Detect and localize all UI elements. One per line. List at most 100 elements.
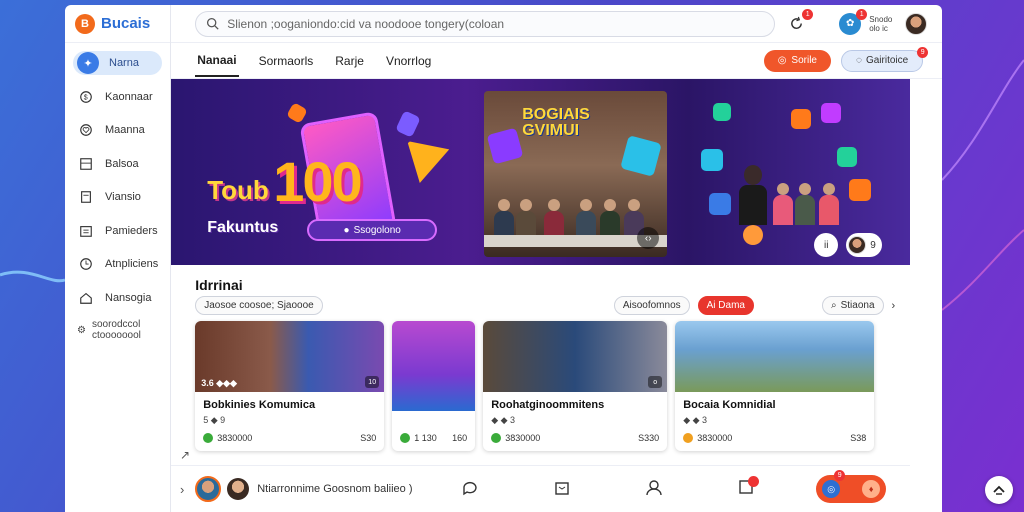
arrows-icon: ‹› — [644, 232, 652, 244]
search-input[interactable] — [227, 16, 765, 31]
card-footer: 3830000 S30 — [203, 433, 376, 443]
search-icon — [207, 17, 219, 30]
banner-photo: BOGIAIS GVIMUI ‹› — [484, 91, 668, 257]
dollar-icon: $ — [77, 88, 95, 106]
bottom-action-pill[interactable]: ◎ ♦ 9 — [816, 470, 887, 503]
sidebar-item-5[interactable]: Viansio — [73, 185, 162, 209]
refresh-icon — [790, 16, 802, 29]
card-footer-left: 1 130 — [414, 433, 437, 443]
sidebar-more-label: soorodccol ctoooooool — [91, 319, 141, 341]
coin-icon: ● — [343, 224, 350, 236]
sidebar-item-label: Kaonnaar — [105, 90, 153, 103]
card-footer: 3830000 S38 — [683, 433, 866, 443]
primary-action-button[interactable]: ◎ Sorile — [763, 49, 831, 72]
hero-banner[interactable]: 100 Toub Fakuntus ● Ssogolono BOGIAIS GV… — [171, 79, 911, 265]
refresh-button[interactable]: 1 — [785, 8, 814, 35]
svg-text:$: $ — [84, 94, 88, 101]
sidebar-item-8[interactable]: Nansogia — [73, 286, 162, 310]
heart-icon — [77, 121, 95, 139]
sidebar-item-label: Pamieders — [105, 224, 158, 237]
status-icon — [491, 433, 502, 443]
card-title: Roohatginoommitens — [491, 399, 605, 411]
card[interactable]: 3.6 ◆◆◆ 10 Bobkinies Komumica 5 ◆ 9 3830… — [195, 321, 385, 451]
bag-icon[interactable] — [553, 478, 571, 501]
chat-icon[interactable] — [461, 478, 479, 501]
card-footer: 1 130 160 — [400, 433, 467, 443]
sidebar-item-label: Viansio — [105, 191, 141, 203]
card[interactable]: Bocaia Komnidial ◆ ◆ 3 3830000 S38 — [675, 321, 875, 451]
section-title: Idrrinai — [195, 277, 243, 293]
secondary-action-button[interactable]: ◌ Gairitoice 9 — [841, 46, 929, 72]
banner-control-count[interactable]: 9 — [846, 233, 883, 257]
decor-app-icon — [743, 225, 764, 245]
sidebar-item-label: Atnpliciens — [105, 258, 159, 270]
photo-sign-line-1: BOGIAIS — [522, 106, 590, 123]
chevron-right-icon[interactable]: › — [892, 300, 896, 312]
sort-chip[interactable]: Aisoofomnos — [613, 296, 690, 315]
search-chip[interactable]: ⌕ Stiaona — [822, 296, 884, 315]
user-name: Snodo olo ic — [869, 14, 893, 33]
tab-4[interactable]: Vnorrlog — [384, 46, 433, 76]
status-icon — [400, 433, 411, 443]
card-list: 3.6 ◆◆◆ 10 Bobkinies Komumica 5 ◆ 9 3830… — [195, 321, 875, 451]
user-menu-button[interactable]: ✿ 1 — [839, 8, 868, 35]
card-footer-left: 3830000 — [505, 433, 541, 443]
notification-icon[interactable] — [737, 475, 759, 501]
sidebar-item-7[interactable]: Atnpliciens — [73, 252, 162, 276]
content-section: Idrrinai Jaosoe coosoe; Sjaoooe Aisoofom… — [195, 277, 895, 315]
avatar[interactable] — [227, 478, 250, 500]
card[interactable]: 1 130 160 — [392, 321, 476, 451]
banner-cta-label: Ssogolono — [353, 224, 401, 236]
card-meta: ◆ ◆ 3 — [683, 415, 708, 425]
card-title: Bocaia Komnidial — [683, 399, 776, 411]
tab-1[interactable]: Nanaai — [195, 45, 239, 77]
section-toolbar: Jaosoe coosoe; Sjaoooe Aisoofomnos Ai Da… — [195, 296, 895, 315]
card-image-badge: o — [648, 376, 663, 388]
brand-name: Bucais — [101, 15, 151, 32]
sidebar-item-4[interactable]: Balsoa — [73, 152, 162, 176]
card-footer: 3830000 S330 — [491, 433, 659, 443]
app-window: B Bucais ✦ Narna $ Kaonnaar Maanna Balso… — [65, 5, 942, 512]
help-button[interactable] — [985, 476, 1013, 504]
card-footer-left: 3830000 — [697, 433, 733, 443]
sidebar-item-label: Nansogia — [105, 291, 152, 304]
banner-cta[interactable]: ● Ssogolono — [307, 219, 438, 241]
filter-chip[interactable]: Jaosoe coosoe; Sjaoooe — [195, 296, 323, 315]
decor-app-icon — [713, 103, 732, 121]
bottom-bar: Ntiarronnime Goosnom baliieo ) ◎ ♦ 9 — [171, 465, 911, 512]
active-filter-chip[interactable]: Ai Dama — [697, 296, 754, 315]
star-icon: ✦ — [77, 52, 99, 74]
decor-play-icon — [620, 135, 663, 177]
section-actions: Aisoofomnos Ai Dama ⌕ Stiaona › — [613, 296, 896, 315]
topbar-right: 1 ✿ 1 Snodo olo ic — [785, 8, 928, 35]
tab-2[interactable]: Sormaorls — [257, 46, 316, 76]
bottom-icons — [461, 475, 759, 501]
secondary-action-label: Gairitoice — [865, 55, 909, 66]
card[interactable]: o Roohatginoommitens ◆ ◆ 3 3830000 S330 — [483, 321, 668, 451]
pill-badge: 9 — [834, 470, 846, 481]
search-chip-label: Stiaona — [840, 300, 875, 311]
card-footer-right: S38 — [850, 433, 867, 443]
sidebar-more[interactable]: ⚙ soorodccol ctoooooool — [65, 319, 170, 341]
sidebar-item-1[interactable]: ✦ Narna — [73, 51, 163, 75]
person — [739, 165, 768, 225]
sidebar-item-6[interactable]: Pamieders — [73, 219, 162, 243]
sidebar-item-3[interactable]: Maanna — [73, 118, 162, 142]
banner-controls: ii 9 — [814, 233, 883, 257]
sidebar-item-label: Maanna — [105, 124, 145, 136]
main-content: 1 ✿ 1 Snodo olo ic Nanaai Sormaorls Rarj… — [171, 5, 942, 512]
sidebar-item-2[interactable]: $ Kaonnaar — [73, 85, 162, 109]
avatar[interactable] — [195, 476, 222, 502]
banner-count: 9 — [870, 239, 876, 251]
avatar[interactable] — [905, 12, 928, 35]
banner-title: Toub — [207, 175, 269, 205]
brand[interactable]: B Bucais — [65, 5, 171, 43]
profile-icon[interactable] — [645, 478, 663, 501]
card-image-badge: 10 — [365, 376, 380, 388]
banner-control-left[interactable]: ii — [814, 233, 839, 257]
status-icon — [203, 433, 214, 443]
card-footer-right: S30 — [360, 433, 377, 443]
search-bar[interactable] — [195, 10, 776, 37]
card-image — [392, 321, 476, 411]
tab-3[interactable]: Rarje — [333, 46, 366, 76]
